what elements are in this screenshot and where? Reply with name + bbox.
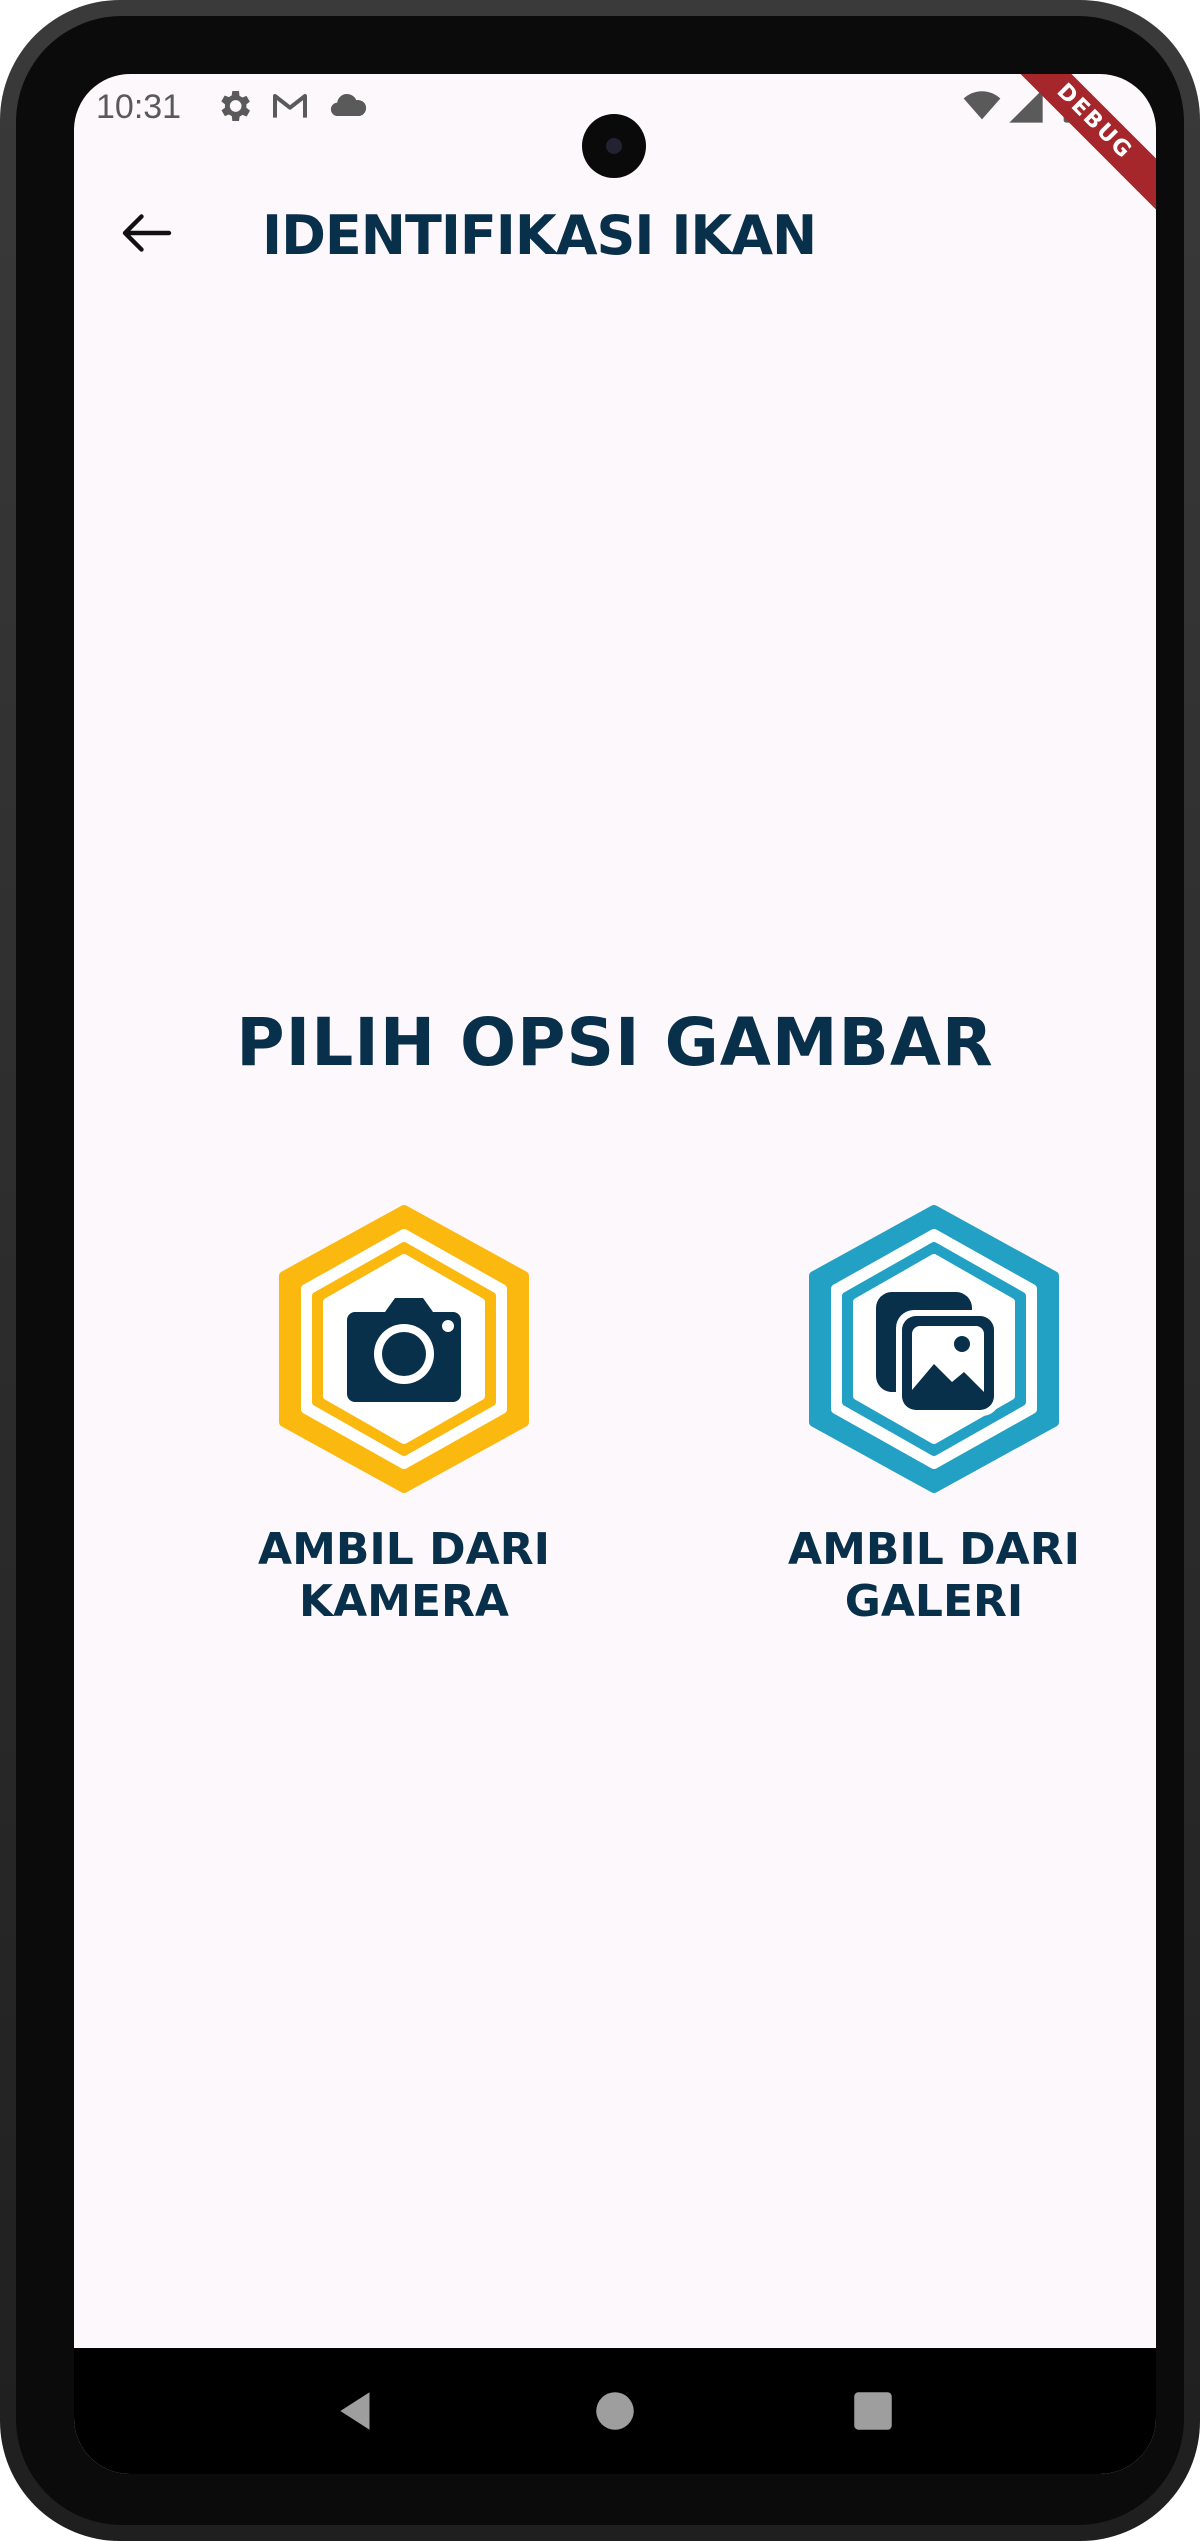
arrow-back-icon <box>122 214 172 252</box>
screen: 10:31 DEBUG IDENTIFIKASI IKAN PILIH OPSI… <box>74 74 1156 2474</box>
cloud-icon <box>328 86 368 126</box>
settings-icon <box>214 86 254 126</box>
nav-back-button[interactable] <box>332 2386 382 2436</box>
camera-option-button[interactable]: AMBIL DARI KAMERA <box>204 1204 604 1664</box>
nav-recents-button[interactable] <box>848 2386 898 2436</box>
status-time: 10:31 <box>96 88 182 126</box>
gallery-option-button[interactable]: AMBIL DARI GALERI <box>734 1204 1134 1664</box>
system-nav-bar <box>74 2348 1156 2474</box>
section-heading: PILIH OPSI GAMBAR <box>236 1004 994 1081</box>
camera-option-label: AMBIL DARI KAMERA <box>258 1524 550 1627</box>
recents-square-icon <box>854 2392 892 2430</box>
back-button[interactable] <box>114 200 180 266</box>
gmail-icon <box>270 86 310 126</box>
front-camera <box>582 114 646 178</box>
home-circle-icon <box>596 2392 634 2430</box>
phone-bezel: 10:31 DEBUG IDENTIFIKASI IKAN PILIH OPSI… <box>16 16 1184 2525</box>
camera-icon <box>279 1205 529 1493</box>
app-bar: IDENTIFIKASI IKAN <box>74 174 1156 294</box>
gallery-icon <box>809 1205 1059 1493</box>
page-title: IDENTIFIKASI IKAN <box>262 204 817 267</box>
back-triangle-icon <box>340 2392 370 2430</box>
gallery-option-label: AMBIL DARI GALERI <box>788 1524 1080 1627</box>
nav-home-button[interactable] <box>590 2386 640 2436</box>
wifi-icon <box>962 86 1002 126</box>
